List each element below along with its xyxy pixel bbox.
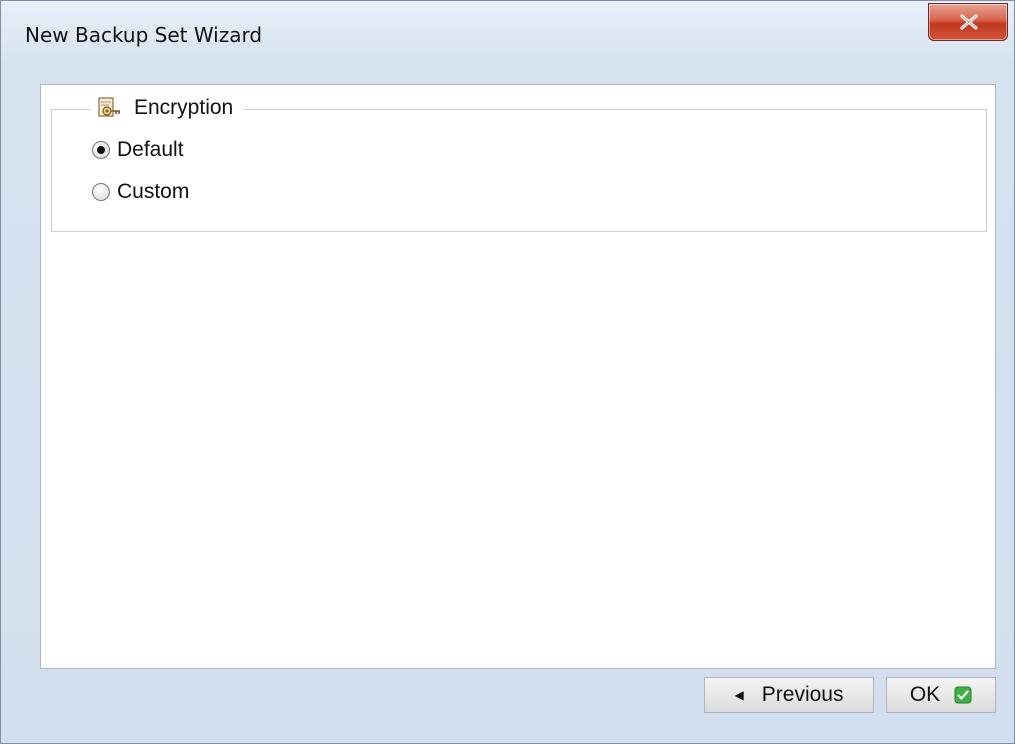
wizard-window: New Backup Set Wizard Encryption Default… [0,0,1015,744]
radio-custom-button[interactable] [92,183,110,201]
radio-default-button[interactable] [92,141,110,159]
radio-custom[interactable]: Custom [92,180,189,204]
encryption-legend: Encryption [90,92,244,124]
ok-button-label: OK [909,683,941,706]
key-certificate-icon [98,97,120,117]
green-check-icon [954,686,972,704]
arrow-left-icon: ◀ [734,688,744,702]
previous-button-label: Previous [761,683,844,706]
radio-default-label: Default [117,138,184,161]
radio-custom-label: Custom [117,180,190,203]
window-title: New Backup Set Wizard [25,23,263,47]
encryption-legend-label: Encryption [134,96,234,119]
ok-button[interactable]: OK [886,677,996,713]
content-panel: Encryption Default Custom [40,84,996,669]
encryption-group: Encryption Default Custom [51,92,987,232]
close-button[interactable] [928,3,1008,41]
close-icon [960,14,978,30]
radio-default[interactable]: Default [92,138,184,162]
previous-button[interactable]: ◀ Previous [704,677,874,713]
title-bar[interactable]: New Backup Set Wizard [1,1,1014,61]
